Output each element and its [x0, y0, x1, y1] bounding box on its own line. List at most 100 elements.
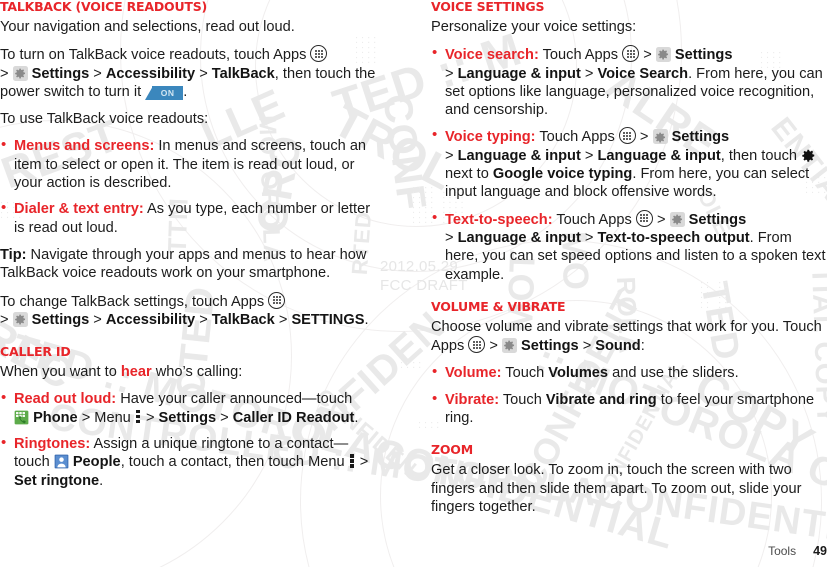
- bullet-lead-volume: Volume:: [445, 365, 502, 382]
- manual-page: TALKBACK (VOICE READOUTS) Your navigatio…: [0, 0, 827, 567]
- right-column: VOICE SETTINGS Personalize your voice se…: [431, 0, 827, 525]
- voice-typing-text1: Touch Apps: [535, 129, 615, 146]
- bullet-lead-voice-search: Voice search:: [445, 47, 539, 64]
- talkback-intro-paragraph: Your navigation and selections, read out…: [0, 19, 295, 35]
- chevron-gt-16: >: [584, 147, 594, 164]
- chevron-gt-17: >: [656, 211, 666, 228]
- voice-settings-intro-paragraph: Personalize your voice settings:: [431, 19, 637, 35]
- phone-app-label: Phone: [33, 409, 78, 426]
- list-item: Dialer & text entry: As you type, each n…: [0, 199, 378, 237]
- power-switch-label: ON: [152, 85, 184, 100]
- talkback-turn-on-paragraph: To turn on TalkBack voice readouts, touc…: [0, 45, 378, 101]
- language-input-label-2: Language & input: [597, 147, 721, 164]
- chevron-gt-14: >: [639, 129, 649, 146]
- apps-grid-icon: [468, 336, 486, 354]
- sound-label: Sound: [595, 338, 641, 355]
- tip-label: Tip:: [0, 246, 27, 263]
- talkback-bullet-list: Menus and screens: In menus and screens,…: [0, 136, 378, 237]
- settings-gear-icon: [669, 211, 685, 227]
- chevron-gt-3: >: [199, 65, 208, 82]
- apps-grid-icon: [310, 45, 328, 63]
- chevron-gt-18: >: [445, 229, 454, 246]
- language-input-label: Language & input: [457, 65, 581, 82]
- page-footer: Tools 49: [0, 544, 827, 558]
- menu-path-text: > Menu: [81, 409, 131, 426]
- bullet-lead-text-to-speech: Text-to-speech:: [445, 211, 553, 228]
- chevron-gt-2: >: [93, 65, 102, 82]
- vibrate-and-ring-label: Vibrate and ring: [545, 391, 657, 408]
- set-ringtone-label: Set ringtone: [14, 472, 100, 489]
- ringtones-period: .: [99, 472, 104, 489]
- people-contacts-icon: [54, 454, 69, 469]
- vibrate-text1: Touch: [499, 391, 546, 408]
- tts-text1: Touch Apps: [552, 211, 632, 228]
- voice-typing-text3: next to: [445, 166, 489, 183]
- bullet-lead-read-out-loud: Read out loud:: [14, 391, 117, 408]
- chevron-gt-10: >: [359, 454, 369, 471]
- caller-id-intro-part2: who’s calling:: [151, 364, 243, 381]
- chevron-gt-4: >: [0, 311, 9, 328]
- footer-page-number: 49: [813, 544, 827, 558]
- section-heading-voice-settings: VOICE SETTINGS: [431, 0, 545, 14]
- volume-text1: Touch: [501, 365, 549, 382]
- chevron-gt-20: >: [489, 338, 498, 355]
- settings-menu-label: Settings: [158, 409, 217, 426]
- settings-label: Settings: [521, 338, 579, 355]
- apps-grid-icon: [618, 127, 636, 145]
- talkback-tip-paragraph: Tip: Navigate through your apps and menu…: [0, 246, 378, 283]
- left-column: TALKBACK (VOICE READOUTS) Your navigatio…: [0, 0, 396, 525]
- tts-output-label: Text-to-speech output: [597, 229, 750, 246]
- chevron-gt-5: >: [93, 311, 102, 328]
- caller-id-intro-part1: When you want to: [0, 364, 121, 381]
- turn-on-text-part1: To turn on TalkBack voice readouts, touc…: [0, 47, 307, 64]
- list-item: Vibrate: Touch Vibrate and ring to feel …: [431, 390, 827, 428]
- tip-text: Navigate through your apps and menus to …: [0, 246, 367, 282]
- settings-label: Settings: [31, 311, 90, 328]
- accessibility-label: Accessibility: [105, 65, 196, 82]
- apps-grid-icon: [635, 209, 653, 227]
- voice-typing-text2: , then touch: [720, 147, 797, 164]
- menu-three-dots-icon: [135, 409, 141, 424]
- settings-label: Settings: [688, 211, 747, 228]
- apps-grid-icon: [268, 291, 286, 309]
- list-item: Menus and screens: In menus and screens,…: [0, 136, 378, 192]
- section-heading-talkback: TALKBACK (VOICE READOUTS): [0, 0, 208, 14]
- voice-search-label: Voice Search: [597, 65, 689, 82]
- settings-label: Settings: [674, 47, 733, 64]
- list-item: Ringtones: Assign a unique ringtone to a…: [0, 434, 378, 490]
- chevron-gt-13: >: [584, 65, 594, 82]
- change-settings-text: To change TalkBack settings, touch Apps: [0, 293, 265, 310]
- chevron-gt-21: >: [582, 338, 592, 355]
- menu-three-dots-icon: [349, 454, 355, 468]
- settings-gear-icon: [501, 338, 517, 354]
- settings-label: Settings: [671, 129, 730, 146]
- volumes-label: Volumes: [548, 365, 609, 382]
- section-heading-volume-vibrate: VOLUME & VIBRATE: [431, 298, 566, 314]
- bullet-lead-vibrate: Vibrate:: [445, 391, 500, 408]
- caller-id-readout-label: Caller ID Readout: [232, 409, 355, 426]
- volume-text2: and use the sliders.: [608, 365, 739, 382]
- bullet-lead-voice-typing: Voice typing:: [445, 129, 536, 146]
- chevron-gt-9: >: [220, 409, 229, 426]
- read-out-loud-period: .: [354, 409, 359, 426]
- two-column-layout: TALKBACK (VOICE READOUTS) Your navigatio…: [0, 0, 827, 525]
- caller-id-bullet-list: Read out loud: Have your caller announce…: [0, 389, 378, 490]
- chevron-gt-11: >: [643, 47, 652, 64]
- caller-id-intro-paragraph: When you want to hear who’s calling:: [0, 363, 378, 381]
- language-input-label: Language & input: [457, 229, 581, 246]
- list-item: Volume: Touch Volumes and use the slider…: [431, 363, 827, 382]
- settings-caps-label: SETTINGS: [291, 311, 365, 328]
- settings-gear-icon: [12, 65, 28, 81]
- chevron-gt-6: >: [199, 311, 208, 328]
- bullet-lead-ringtones: Ringtones:: [14, 436, 91, 453]
- volume-vibrate-bullet-list: Volume: Touch Volumes and use the slider…: [431, 363, 827, 428]
- talkback-to-use-paragraph: To use TalkBack voice readouts:: [0, 111, 209, 128]
- chevron-gt-8: >: [145, 409, 155, 426]
- section-heading-caller-id: CALLER ID: [0, 344, 71, 360]
- phone-dialer-icon: [14, 410, 29, 425]
- google-voice-typing-label: Google voice typing: [492, 166, 633, 183]
- people-label: People: [72, 454, 121, 471]
- talkback-label: TalkBack: [211, 311, 275, 328]
- caller-id-hear-emphasis: hear: [120, 364, 152, 381]
- change-settings-period: .: [364, 311, 369, 328]
